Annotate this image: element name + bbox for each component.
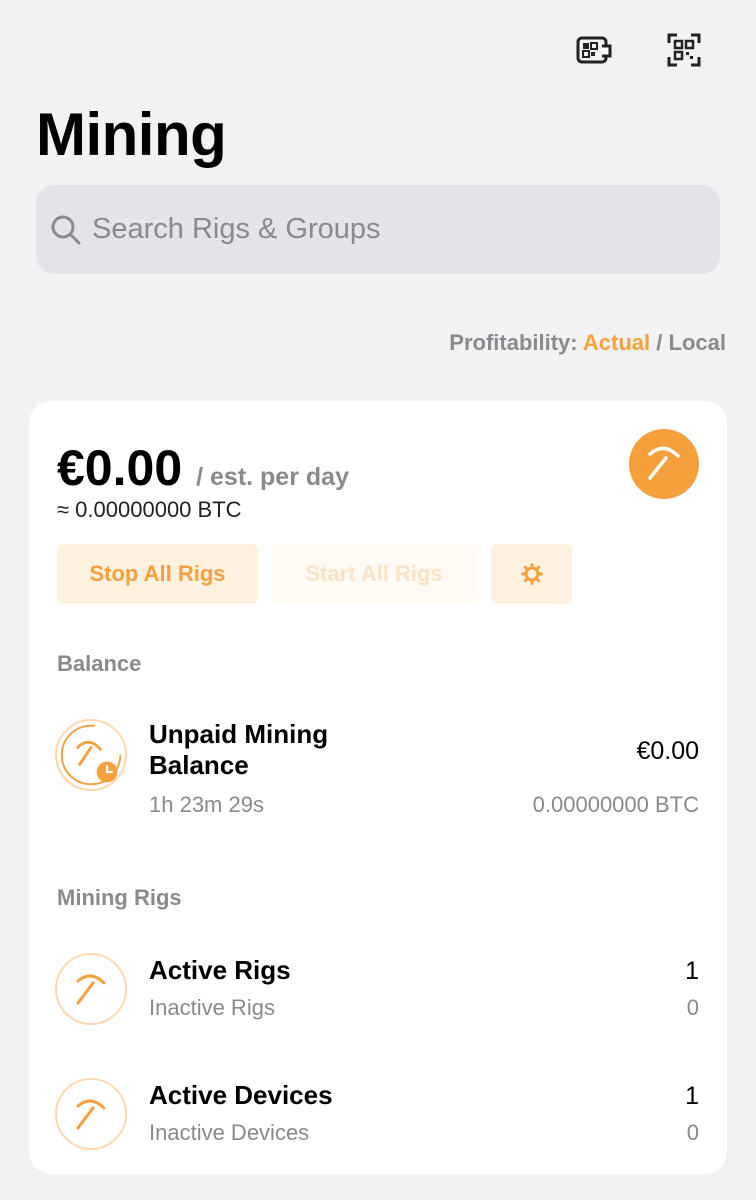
pickaxe-icon [55,1078,127,1150]
active-devices-label: Active Devices [149,1080,333,1110]
pickaxe-button[interactable] [629,429,699,499]
rig-settings-button[interactable] [491,544,572,604]
active-rigs-label: Active Rigs [149,955,291,985]
pickaxe-icon [55,953,127,1025]
start-all-rigs-button[interactable]: Start All Rigs [272,544,476,604]
active-rigs-count: 1 [685,957,699,985]
balance-section-label: Balance [57,651,142,676]
earnings-amount: €0.00 [57,440,183,496]
unpaid-balance-value: €0.00 [636,737,699,765]
unpaid-balance-title: Unpaid Mining Balance [149,719,329,780]
pickaxe-icon [648,446,680,480]
earnings-period: / est. per day [196,463,349,491]
mining-summary-card: €0.00 / est. per day ≈ 0.00000000 BTC St… [29,401,727,1174]
stop-all-rigs-button[interactable]: Stop All Rigs [57,544,258,604]
wallet-qr-icon[interactable] [574,30,614,70]
page-title: Mining [36,101,227,168]
inactive-rigs-label: Inactive Rigs [149,995,275,1020]
qr-scan-icon[interactable] [664,30,704,70]
search-bar[interactable] [36,185,720,274]
inactive-devices-label: Inactive Devices [149,1120,310,1145]
mining-rigs-section-label: Mining Rigs [57,885,182,910]
gear-icon [520,563,543,585]
active-devices-count: 1 [685,1082,699,1110]
profitability-actual-option[interactable]: Actual [583,330,650,355]
unpaid-balance-timer: 1h 23m 29s [149,792,264,817]
profitability-separator: / [656,330,663,355]
search-icon [51,215,81,244]
estimated-earnings: €0.00 / est. per day [57,439,349,497]
top-toolbar [574,30,704,70]
inactive-rigs-count: 0 [686,995,699,1020]
search-input[interactable] [92,213,652,246]
unpaid-balance-icon [55,719,127,791]
profitability-toggle: Profitability: Actual / Local [449,330,726,356]
profitability-label: Profitability: [449,330,578,355]
unpaid-balance-btc: 0.00000000 BTC [532,792,699,817]
profitability-local-option[interactable]: Local [669,330,726,355]
inactive-devices-count: 0 [686,1120,699,1145]
earnings-btc: ≈ 0.00000000 BTC [57,497,242,522]
